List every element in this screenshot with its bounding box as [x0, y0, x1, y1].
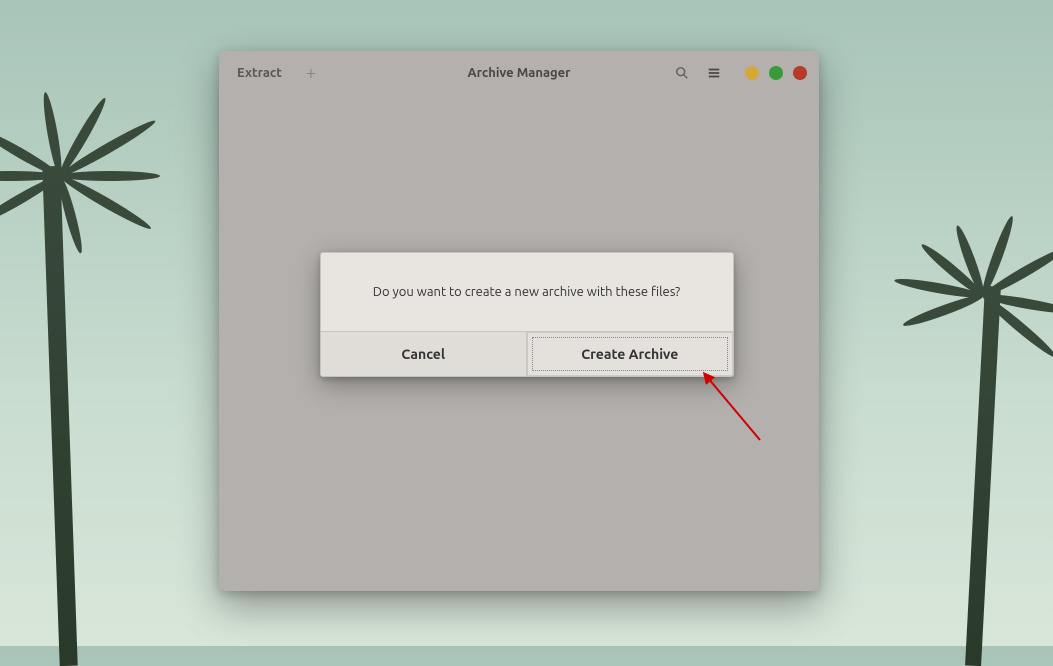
maximize-button[interactable]	[769, 66, 783, 80]
minimize-button[interactable]	[745, 66, 759, 80]
cancel-button[interactable]: Cancel	[321, 332, 528, 376]
search-icon[interactable]	[671, 62, 693, 84]
window-title: Archive Manager	[468, 66, 571, 80]
dialog-button-row: Cancel Create Archive	[321, 331, 733, 376]
add-button[interactable]: +	[300, 63, 322, 83]
extract-button[interactable]: Extract	[231, 62, 288, 84]
decorative-palm-left	[0, 166, 150, 666]
create-archive-dialog: Do you want to create a new archive with…	[320, 252, 734, 377]
titlebar: Extract + Archive Manager	[219, 51, 819, 95]
dialog-message: Do you want to create a new archive with…	[321, 253, 733, 331]
hamburger-menu-icon[interactable]	[703, 62, 725, 84]
close-button[interactable]	[793, 66, 807, 80]
create-archive-button[interactable]: Create Archive	[527, 332, 733, 376]
decorative-palm-right	[893, 286, 1053, 666]
